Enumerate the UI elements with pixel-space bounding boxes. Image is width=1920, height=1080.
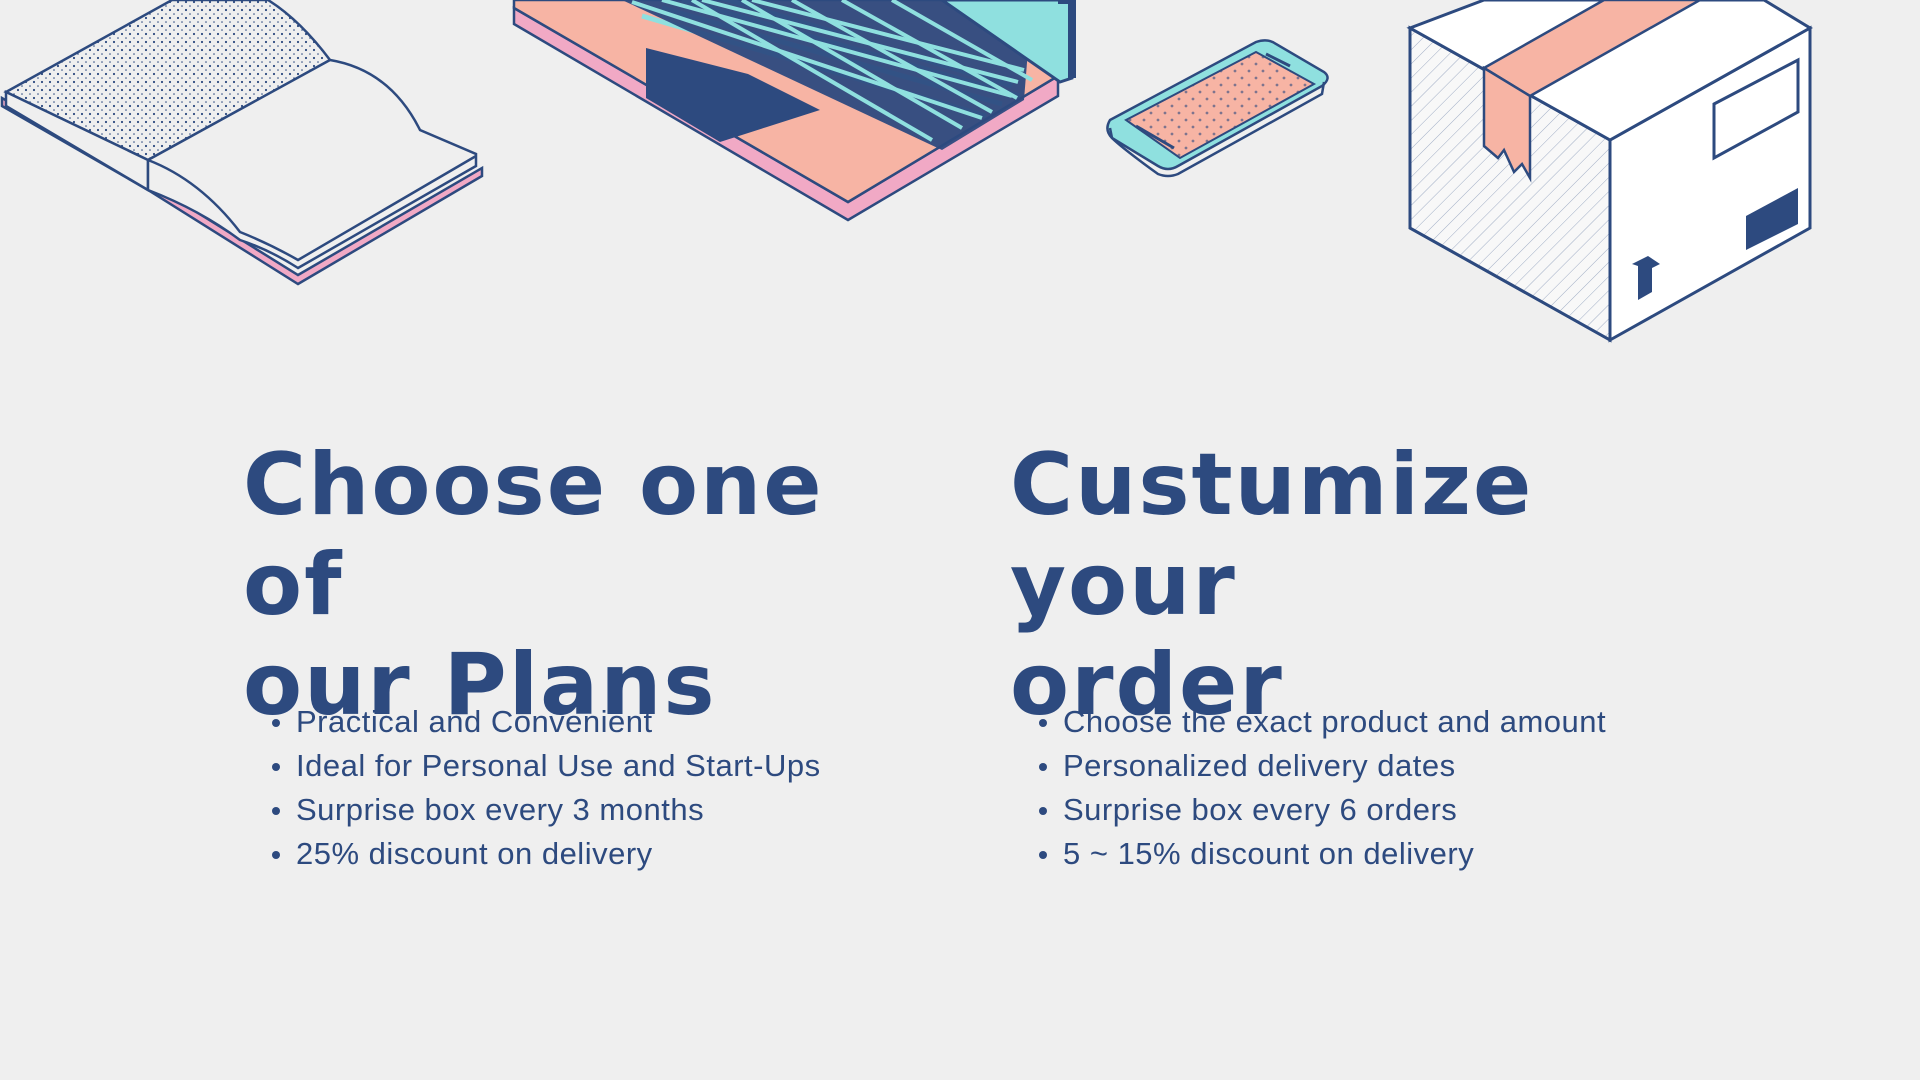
customize-feature-list: Choose the exact product and amount Pers… — [1035, 700, 1735, 876]
customize-heading: Custumize your order — [1010, 435, 1710, 735]
list-item-label: Choose the exact product and amount — [1063, 704, 1607, 739]
list-item: 5 ~ 15% discount on delivery — [1035, 832, 1735, 876]
list-item-label: Surprise box every 3 months — [296, 792, 705, 827]
bullet-icon — [1039, 719, 1047, 727]
plans-heading-line1: Choose one of — [243, 435, 824, 635]
list-item-label: 5 ~ 15% discount on delivery — [1063, 836, 1475, 871]
bullet-icon — [272, 763, 280, 771]
plans-feature-list: Practical and Convenient Ideal for Perso… — [268, 700, 968, 876]
list-item: Personalized delivery dates — [1035, 744, 1735, 788]
bullet-icon — [272, 719, 280, 727]
list-item-label: Surprise box every 6 orders — [1063, 792, 1458, 827]
customize-heading-line1: Custumize your — [1010, 435, 1534, 635]
list-item-label: Practical and Convenient — [296, 704, 653, 739]
smartphone-icon — [1106, 39, 1329, 178]
plans-section: Choose one of our Plans Practical and Co… — [243, 435, 943, 871]
bullet-icon — [1039, 851, 1047, 859]
list-item-label: Ideal for Personal Use and Start-Ups — [296, 748, 821, 783]
list-item: Surprise box every 6 orders — [1035, 788, 1735, 832]
list-item: 25% discount on delivery — [268, 832, 968, 876]
customize-section: Custumize your order Choose the exact pr… — [1010, 435, 1710, 871]
hero-illustrations — [0, 0, 1920, 360]
list-item: Choose the exact product and amount — [1035, 700, 1735, 744]
open-book-icon — [0, 0, 484, 286]
shipping-box-icon — [1406, 0, 1813, 343]
bullet-icon — [272, 851, 280, 859]
list-item: Ideal for Personal Use and Start-Ups — [268, 744, 968, 788]
bullet-icon — [272, 807, 280, 815]
bullet-icon — [1039, 807, 1047, 815]
list-item-label: Personalized delivery dates — [1063, 748, 1456, 783]
laptop-icon — [512, 0, 1076, 222]
list-item-label: 25% discount on delivery — [296, 836, 653, 871]
list-item: Surprise box every 3 months — [268, 788, 968, 832]
plans-heading: Choose one of our Plans — [243, 435, 943, 735]
list-item: Practical and Convenient — [268, 700, 968, 744]
bullet-icon — [1039, 763, 1047, 771]
